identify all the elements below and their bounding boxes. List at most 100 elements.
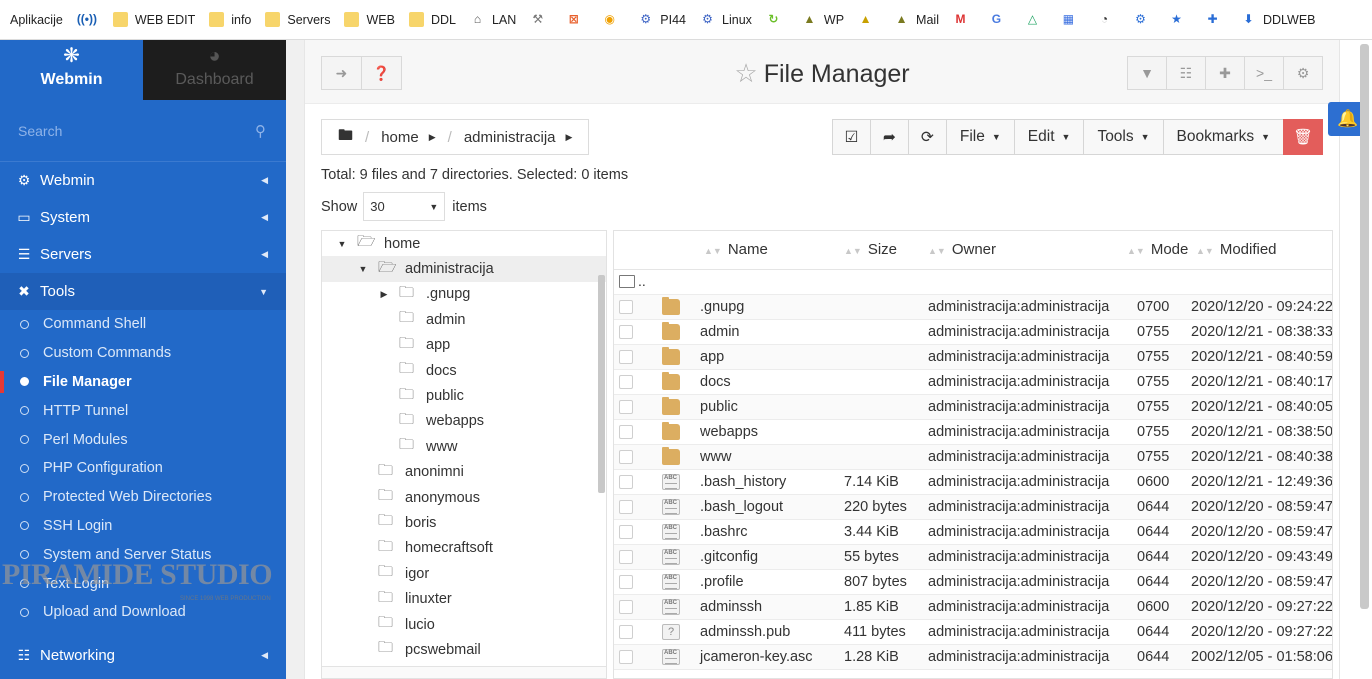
table-row[interactable]: app administracija:administracija 0755 2020… [614, 345, 1332, 370]
row-checkbox[interactable] [619, 400, 633, 414]
tree-node[interactable]: 🗀 linuxter [322, 586, 606, 611]
sidebar-subitem-custom-commands[interactable]: Custom Commands [0, 339, 286, 368]
caret-down-icon[interactable]: ▼ [357, 264, 369, 274]
sidebar-subitem-upload-and-download[interactable]: Upload and Download [0, 598, 286, 627]
share-button[interactable]: ➦ [869, 119, 909, 155]
column-owner[interactable]: ▲▼ Owner [928, 241, 996, 258]
row-checkbox[interactable] [619, 450, 633, 464]
edit-menu-button[interactable]: Edit ▼ [1013, 119, 1085, 155]
bookmarks-menu-button[interactable]: Bookmarks ▼ [1162, 119, 1284, 155]
tree-node[interactable]: 🗀 pcswebmail [322, 637, 606, 662]
tree-node[interactable]: 🗀 docs [322, 358, 606, 383]
tree-node[interactable]: 🗀 igor [322, 561, 606, 586]
file-name[interactable]: app [700, 349, 724, 365]
bookmark-item[interactable]: ⊠ [566, 12, 588, 27]
caret-down-icon[interactable]: ▼ [336, 239, 348, 249]
tree-node[interactable]: 🗀 app [322, 333, 606, 358]
refresh-button[interactable]: ⟳ [907, 119, 947, 155]
page-scrollbar[interactable] [1360, 44, 1369, 609]
sidebar-subitem-file-manager[interactable]: File Manager [0, 368, 286, 397]
sidebar-item-webmin[interactable]: ⚙ Webmin ◀ [0, 162, 286, 199]
breadcrumb-current[interactable]: administracija [464, 129, 556, 146]
bookmark-item[interactable]: ⬇ DDLWEB [1241, 12, 1315, 27]
bookmark-item[interactable]: info [209, 12, 251, 27]
bookmark-item[interactable]: ⚙ [1133, 12, 1155, 27]
table-row[interactable]: admin administracija:administracija 0755 20… [614, 320, 1332, 345]
file-name[interactable]: .bash_logout [700, 499, 783, 515]
favorite-star-icon[interactable]: ☆ [734, 58, 757, 88]
bookmark-item[interactable]: ▦ [1061, 12, 1083, 27]
row-checkbox[interactable] [619, 350, 633, 364]
bookmark-item[interactable]: M [953, 12, 975, 27]
bookmark-item[interactable]: Aplikacije [10, 13, 63, 27]
caret-right-icon[interactable]: ▶ [429, 132, 436, 143]
row-checkbox[interactable] [619, 475, 633, 489]
file-name[interactable]: public [700, 399, 738, 415]
parent-directory-row[interactable]: .. [614, 270, 1332, 295]
row-checkbox[interactable] [619, 600, 633, 614]
file-name[interactable]: .gnupg [700, 299, 744, 315]
settings-button[interactable]: ⚙ [1283, 56, 1323, 90]
sidebar-search[interactable]: Search ⚲ [0, 100, 286, 162]
bookmark-item[interactable]: WEB EDIT [112, 12, 195, 27]
sidebar-subitem-perl-modules[interactable]: Perl Modules [0, 425, 286, 454]
file-menu-button[interactable]: File ▼ [945, 119, 1015, 155]
filter-button[interactable]: ▼ [1127, 56, 1167, 90]
file-name[interactable]: .profile [700, 574, 744, 590]
table-row[interactable]: .bash_history 7.14 KiB administracija:admi… [614, 470, 1332, 495]
row-checkbox[interactable] [619, 550, 633, 564]
row-checkbox[interactable] [619, 525, 633, 539]
columns-button[interactable]: ☷ [1166, 56, 1206, 90]
column-name[interactable]: ▲▼ Name [704, 241, 768, 258]
bookmark-item[interactable]: ◔ [1097, 12, 1119, 27]
table-row[interactable]: docs administracija:administracija 0755 202… [614, 370, 1332, 395]
bookmark-item[interactable]: ⚒ [530, 12, 552, 27]
search-input[interactable]: Search [18, 123, 62, 139]
new-button[interactable]: ✚ [1205, 56, 1245, 90]
search-icon[interactable]: ⚲ [255, 122, 266, 140]
tree-node[interactable]: 🗀 homecraftsoft [322, 536, 606, 561]
bookmark-item[interactable]: ▲ Mail [894, 12, 939, 27]
file-name[interactable]: adminssh.pub [700, 624, 790, 640]
table-row[interactable]: www administracija:administracija 0755 2020… [614, 445, 1332, 470]
tree-node[interactable]: 🗀 lucio [322, 612, 606, 637]
sidebar-item-servers[interactable]: ☰ Servers ◀ [0, 236, 286, 273]
tree-node[interactable]: 🗀 public [322, 383, 606, 408]
file-name[interactable]: www [700, 449, 731, 465]
row-checkbox[interactable] [619, 500, 633, 514]
table-row[interactable]: webapps administracija:administracija 0755… [614, 420, 1332, 445]
row-checkbox[interactable] [619, 625, 633, 639]
file-name[interactable]: .bashrc [700, 524, 748, 540]
table-row[interactable]: adminssh 1.85 KiB administracija:administr… [614, 595, 1332, 620]
column-size[interactable]: ▲▼ Size [844, 241, 897, 258]
file-name[interactable]: docs [700, 374, 731, 390]
sidebar-subitem-ssh-login[interactable]: SSH Login [0, 512, 286, 541]
bookmark-item[interactable]: ⚙ PI44 [638, 12, 686, 27]
file-name[interactable]: jcameron-key.asc [700, 649, 813, 665]
terminal-button[interactable]: >_ [1244, 56, 1284, 90]
sidebar-subitem-protected-web-directories[interactable]: Protected Web Directories [0, 483, 286, 512]
file-name[interactable]: .gitconfig [700, 549, 758, 565]
bookmark-item[interactable]: ⌂ LAN [470, 12, 516, 27]
bookmark-item[interactable]: ⚙ Linux [700, 12, 752, 27]
file-name[interactable]: webapps [700, 424, 758, 440]
folder-open-icon[interactable]: 🖿 [338, 125, 353, 150]
row-checkbox[interactable] [619, 425, 633, 439]
row-checkbox[interactable] [619, 575, 633, 589]
row-checkbox[interactable] [619, 300, 633, 314]
file-name[interactable]: adminssh [700, 599, 762, 615]
sidebar-subitem-command-shell[interactable]: Command Shell [0, 310, 286, 339]
column-modified[interactable]: ▲▼ Modified [1196, 241, 1277, 258]
bookmark-item[interactable]: ▲ WP [802, 12, 844, 27]
bookmark-item[interactable]: ▲ [858, 12, 880, 27]
bookmark-item[interactable]: ★ [1169, 12, 1191, 27]
table-row[interactable]: ? adminssh.pub 411 bytes administracija:adm… [614, 620, 1332, 645]
table-row[interactable]: .gnupg administracija:administracija 0700 2… [614, 295, 1332, 320]
file-name[interactable]: admin [700, 324, 740, 340]
caret-right-icon[interactable]: ▶ [378, 289, 390, 300]
bookmark-item[interactable]: Servers [265, 12, 330, 27]
sidebar-item-networking[interactable]: ☷ Networking ◀ [0, 637, 286, 674]
tree-scrollbar[interactable] [598, 275, 605, 493]
bookmark-item[interactable]: △ [1025, 12, 1047, 27]
row-checkbox[interactable] [619, 650, 633, 664]
